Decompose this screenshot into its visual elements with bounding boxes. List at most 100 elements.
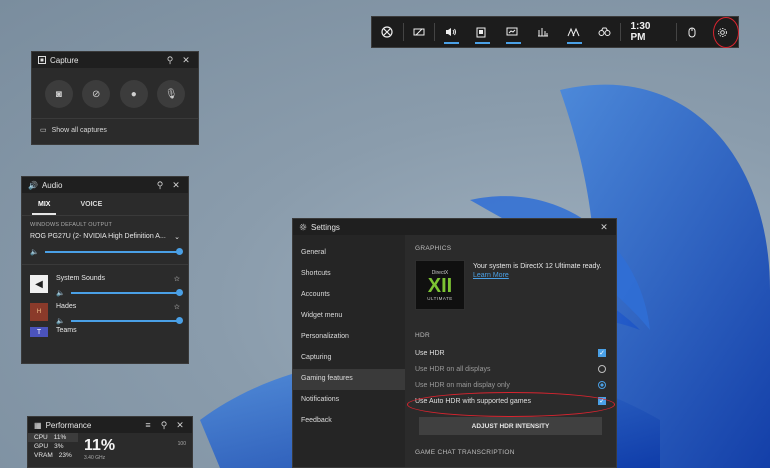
star-icon[interactable]: ☆ (174, 303, 180, 311)
slider-knob[interactable] (176, 248, 183, 255)
pin-button[interactable]: ⚲ (154, 179, 166, 191)
tab-mix[interactable]: MIX (32, 197, 57, 215)
audio-widget-button[interactable] (435, 16, 466, 48)
metric-label: GPU (34, 443, 49, 450)
cpu-speed: 3.40 GHz (84, 455, 106, 461)
app-name: Hades (56, 303, 77, 310)
master-volume-row: 🔈 (22, 244, 188, 260)
teams-icon: T (30, 327, 48, 337)
performance-titlebar: ▦ Performance ≡ ⚲ ✕ (28, 417, 192, 433)
capture-icon (476, 27, 486, 37)
looking-for-group-button[interactable] (589, 16, 620, 48)
pin-button[interactable]: ⚲ (164, 54, 176, 66)
record-dot-icon: ● (130, 88, 137, 100)
xbox-button[interactable] (372, 16, 403, 48)
use-hdr-option[interactable]: Use HDR ✓ (415, 345, 606, 361)
mic-toggle-button[interactable]: 🎙 (157, 80, 186, 108)
resources-widget-button[interactable] (527, 16, 558, 48)
hdr-all-displays-option[interactable]: Use HDR on all displays (415, 361, 606, 377)
list-item: H Hades ☆ 🔈 (22, 297, 188, 325)
social-widget-button[interactable] (558, 16, 589, 48)
clock: 1:30 PM (630, 21, 651, 43)
star-icon[interactable]: ☆ (174, 275, 180, 283)
volume-icon: 🔈 (56, 318, 65, 325)
metric-label: CPU (34, 434, 48, 441)
show-all-captures-link[interactable]: ▭ Show all captures (32, 118, 198, 141)
nav-item-capturing[interactable]: Capturing (293, 348, 405, 369)
game-chat-header: GAME CHAT TRANSCRIPTION (415, 449, 515, 456)
dx-big-text: XII (427, 274, 453, 297)
hdr-all-displays-label: Use HDR on all displays (415, 365, 491, 373)
close-icon: ✕ (600, 221, 608, 232)
metric-gpu[interactable]: GPU 3% (28, 442, 78, 451)
close-icon: ✕ (182, 54, 190, 65)
nav-item-widget-menu[interactable]: Widget menu (293, 306, 405, 327)
app-name: System Sounds (56, 275, 106, 282)
screenshot-button[interactable]: ◙ (44, 80, 73, 108)
mouse-button[interactable] (677, 16, 708, 48)
show-all-captures-label: Show all captures (51, 126, 107, 134)
capture-widget-button[interactable] (466, 16, 497, 48)
performance-widget: ▦ Performance ≡ ⚲ ✕ CPU 11% GPU 3% VRAM 23%… (27, 416, 193, 468)
default-output-label: WINDOWS DEFAULT OUTPUT (30, 222, 113, 228)
adjust-hdr-intensity-button[interactable]: ADJUST HDR INTENSITY (419, 417, 602, 435)
nav-item-personalization[interactable]: Personalization (293, 327, 405, 348)
hdr-main-display-radio[interactable] (598, 381, 606, 389)
slider-knob[interactable] (176, 289, 183, 296)
hdr-header: HDR (415, 332, 430, 339)
mouse-icon (688, 27, 696, 37)
performance-icon: ▦ (34, 420, 42, 430)
resources-icon (537, 28, 548, 37)
use-hdr-checkbox[interactable]: ✓ (598, 349, 606, 357)
camera-icon: ◙ (55, 88, 62, 100)
performance-widget-button[interactable] (497, 16, 528, 48)
settings-window: Settings ✕ General Shortcuts Accounts Wi… (292, 218, 617, 468)
mic-off-icon: 🎙 (164, 88, 178, 100)
performance-icon (506, 27, 518, 36)
directx-status: Your system is DirectX 12 Ultimate ready… (473, 263, 602, 270)
red-highlight-circle (713, 17, 739, 48)
options-button[interactable]: ≡ (142, 419, 154, 431)
output-device-select[interactable]: ROG PG27U (2- NVIDIA High Definition A..… (22, 230, 188, 244)
app-volume-slider[interactable] (70, 289, 183, 296)
nav-item-shortcuts[interactable]: Shortcuts (293, 264, 405, 285)
list-item: T Teams (22, 325, 188, 337)
gear-icon (299, 223, 307, 231)
record-last-30s-button[interactable]: ⊘ (82, 80, 111, 108)
close-button[interactable]: ✕ (180, 54, 192, 66)
gallery-icon: ▭ (40, 127, 47, 134)
metric-list: CPU 11% GPU 3% VRAM 23% (28, 433, 78, 461)
nav-item-general[interactable]: General (293, 243, 405, 264)
output-device-name: ROG PG27U (2- NVIDIA High Definition A..… (30, 233, 166, 240)
hdr-all-displays-radio[interactable] (598, 365, 606, 373)
settings-title: Settings (311, 222, 340, 232)
start-recording-button[interactable]: ● (119, 80, 148, 108)
nav-item-notifications[interactable]: Notifications (293, 390, 405, 411)
use-hdr-label: Use HDR (415, 349, 445, 357)
pin-button[interactable]: ⚲ (158, 419, 170, 431)
master-volume-slider[interactable] (44, 248, 183, 255)
slider-knob[interactable] (176, 317, 183, 324)
close-button[interactable]: ✕ (598, 221, 610, 233)
close-button[interactable]: ✕ (174, 419, 186, 431)
graph-max-label: 100 (177, 441, 186, 447)
audio-icon (445, 28, 456, 36)
learn-more-link[interactable]: Learn More (473, 272, 601, 279)
tab-voice[interactable]: VOICE (74, 197, 108, 215)
nav-item-gaming-features[interactable]: Gaming features (293, 369, 405, 390)
nav-item-feedback[interactable]: Feedback (293, 411, 405, 432)
nav-item-accounts[interactable]: Accounts (293, 285, 405, 306)
app-volume-slider[interactable] (70, 317, 183, 324)
performance-title: Performance (45, 420, 92, 430)
chevron-down-icon: ⌄ (174, 234, 180, 241)
close-button[interactable]: ✕ (170, 179, 182, 191)
metric-vram[interactable]: VRAM 23% (28, 451, 78, 460)
close-icon: ✕ (176, 419, 184, 430)
widget-menu-icon (413, 28, 425, 36)
app-volume-row: 🔈 (56, 283, 183, 297)
audio-tabs: MIX VOICE (22, 193, 188, 216)
capture-icon (38, 56, 46, 64)
widget-menu-button[interactable] (404, 16, 435, 48)
hdr-main-display-option[interactable]: Use HDR on main display only (415, 377, 606, 393)
metric-cpu[interactable]: CPU 11% (28, 433, 78, 442)
